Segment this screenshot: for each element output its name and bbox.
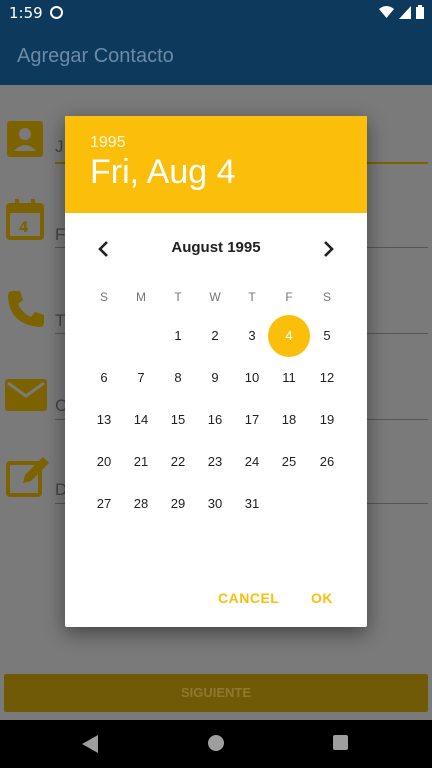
status-icons: [379, 5, 424, 19]
month-navigation: August 1995: [65, 234, 367, 264]
cancel-button[interactable]: CANCEL: [218, 590, 279, 606]
battery-icon: [416, 5, 424, 19]
navigation-bar: [0, 720, 432, 768]
day-cell[interactable]: 6: [83, 357, 125, 399]
day-cell[interactable]: 14: [120, 399, 162, 441]
email-icon: [5, 379, 47, 411]
day-cell[interactable]: 7: [120, 357, 162, 399]
home-icon[interactable]: [208, 735, 224, 751]
header-date[interactable]: Fri, Aug 4: [90, 153, 236, 192]
data-saver-icon: [50, 6, 63, 19]
next-button[interactable]: SIGUIENTE: [4, 674, 428, 712]
field-name-text[interactable]: J: [55, 137, 64, 157]
day-cell[interactable]: 9: [194, 357, 236, 399]
contact-icon: [7, 121, 43, 157]
day-cell[interactable]: 15: [157, 399, 199, 441]
header-year[interactable]: 1995: [90, 134, 126, 152]
svg-text:4: 4: [19, 220, 29, 236]
day-cell[interactable]: 11: [268, 357, 310, 399]
wifi-icon: [379, 5, 394, 18]
day-cell[interactable]: 1: [157, 315, 199, 357]
weekday-label: T: [174, 290, 182, 304]
status-time: 1:59: [9, 4, 43, 22]
weekday-label: S: [322, 290, 331, 304]
edit-icon: [6, 457, 49, 497]
field-birthdate-hint[interactable]: F: [55, 225, 65, 245]
day-cell[interactable]: 27: [83, 483, 125, 525]
day-cell[interactable]: 12: [306, 357, 348, 399]
back-icon[interactable]: [82, 735, 98, 753]
day-cell[interactable]: 30: [194, 483, 236, 525]
day-cell[interactable]: 3: [231, 315, 273, 357]
status-bar: 1:59: [0, 0, 432, 25]
day-cell[interactable]: 23: [194, 441, 236, 483]
day-cell[interactable]: 29: [157, 483, 199, 525]
recents-icon[interactable]: [333, 735, 348, 750]
weekday-label: F: [285, 290, 293, 304]
date-picker-dialog: 1995 Fri, Aug 4 August 1995 SMTWTFS 1234…: [65, 116, 367, 627]
day-cell[interactable]: 26: [306, 441, 348, 483]
day-cell-selected[interactable]: 4: [268, 315, 310, 357]
weekday-label: T: [248, 290, 256, 304]
date-picker-header: 1995 Fri, Aug 4: [65, 116, 367, 213]
day-cell[interactable]: 21: [120, 441, 162, 483]
phone-icon: [8, 291, 44, 327]
day-cell[interactable]: 13: [83, 399, 125, 441]
day-cell[interactable]: 31: [231, 483, 273, 525]
day-cell[interactable]: 19: [306, 399, 348, 441]
signal-icon: [399, 5, 411, 19]
weekday-label: S: [99, 290, 108, 304]
day-cell[interactable]: 18: [268, 399, 310, 441]
day-cell[interactable]: 2: [194, 315, 236, 357]
day-cell[interactable]: 20: [83, 441, 125, 483]
calendar-icon: 4: [6, 199, 44, 240]
day-cell[interactable]: 28: [120, 483, 162, 525]
day-cell[interactable]: 25: [268, 441, 310, 483]
day-cell[interactable]: 16: [194, 399, 236, 441]
chevron-right-icon[interactable]: [317, 238, 339, 260]
day-cell[interactable]: 17: [231, 399, 273, 441]
day-cell[interactable]: 10: [231, 357, 273, 399]
day-cell[interactable]: 5: [306, 315, 348, 357]
app-title: Agregar Contacto: [17, 45, 174, 67]
ok-button[interactable]: OK: [311, 590, 333, 606]
day-cell[interactable]: 8: [157, 357, 199, 399]
day-cell[interactable]: 24: [231, 441, 273, 483]
app-bar: Agregar Contacto: [0, 25, 432, 85]
field-phone-hint[interactable]: T: [55, 311, 65, 331]
weekday-label: W: [209, 290, 221, 304]
weekday-label: M: [136, 290, 146, 304]
day-cell[interactable]: 22: [157, 441, 199, 483]
